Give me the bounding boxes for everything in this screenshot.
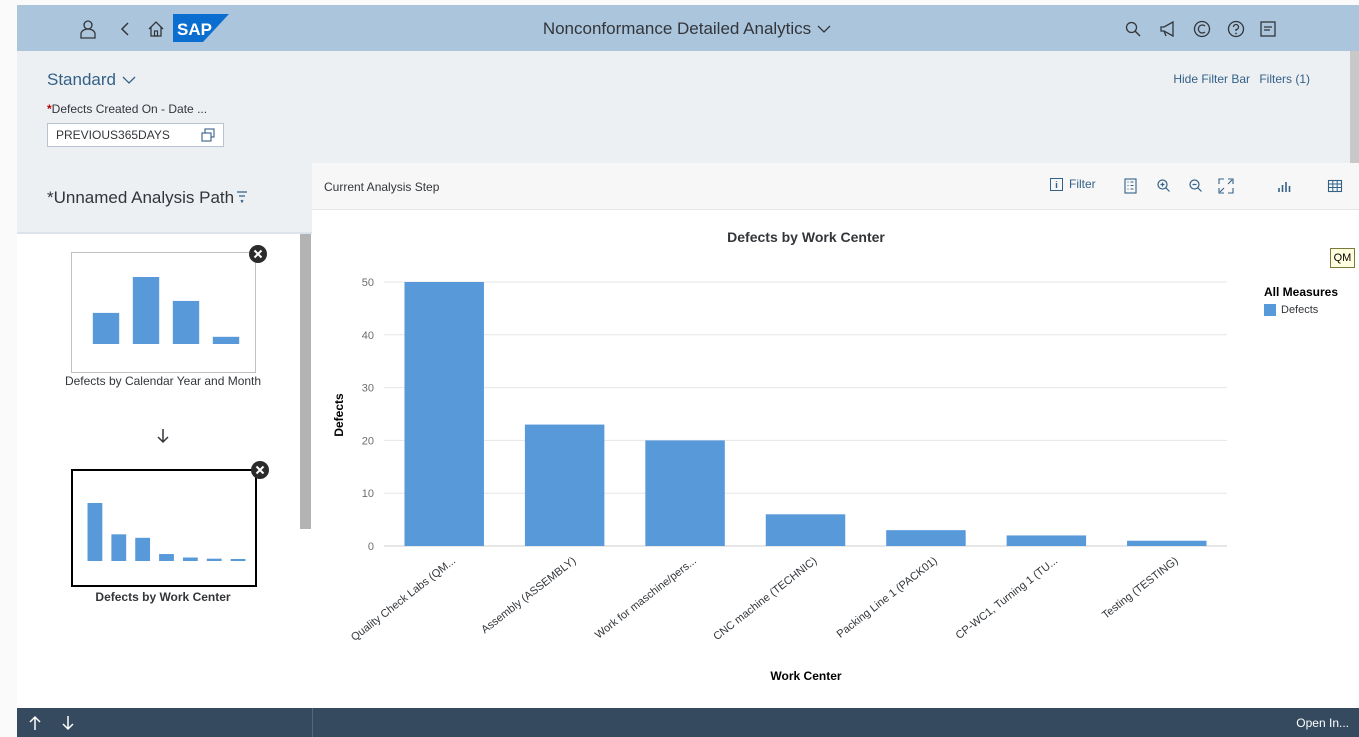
- sap-logo[interactable]: SAP: [173, 14, 229, 42]
- arrow-up-icon[interactable]: [28, 715, 42, 731]
- filter-bar: Standard *Defects Created On - Date ... …: [17, 51, 1359, 163]
- bar-chart: Defects by Work Center 0 10 20 30 40 50 Quali…: [332, 229, 1227, 683]
- footer-right: Open In...: [312, 708, 1359, 737]
- chevron-down-icon: [817, 25, 831, 33]
- home-icon[interactable]: [145, 18, 167, 40]
- thumbnail-bar: [212, 336, 240, 344]
- megaphone-icon[interactable]: [1157, 18, 1179, 40]
- analysis-path-header: *Unnamed Analysis Path: [17, 163, 312, 234]
- remove-step-icon[interactable]: [251, 461, 269, 479]
- thumbnail-bar: [111, 534, 127, 561]
- legend-label: Defects: [1281, 304, 1319, 316]
- x-axis-label: Work Center: [770, 669, 841, 683]
- y-tick-label: 40: [362, 330, 374, 342]
- filter-label-text: Defects Created On - Date ...: [51, 102, 208, 116]
- arrow-down-icon: [157, 429, 169, 444]
- y-axis-label: Defects: [332, 393, 346, 437]
- thumbnail-bar: [230, 559, 246, 561]
- search-icon[interactable]: [1122, 18, 1144, 40]
- x-tick-label: CP-WC1, Turning 1 (TU...: [954, 555, 1061, 642]
- arrow-down-icon[interactable]: [61, 715, 75, 731]
- legend-title: All Measures: [1264, 285, 1339, 299]
- copilot-icon[interactable]: [1191, 18, 1213, 40]
- thumbnail-bar: [172, 300, 200, 344]
- bar[interactable]: [645, 440, 725, 546]
- thumbnail-bar: [92, 312, 120, 344]
- legend-swatch: [1264, 304, 1276, 316]
- x-tick-label: Quality Check Labs (QM...: [349, 555, 458, 644]
- thumbnail-bar: [87, 503, 103, 561]
- back-icon[interactable]: [114, 18, 136, 40]
- path-scrollbar[interactable]: [300, 234, 311, 529]
- analysis-path-panel: *Unnamed Analysis Path Defects by Calend…: [17, 163, 312, 708]
- thumbnail-bar: [159, 554, 174, 561]
- bar[interactable]: [524, 424, 605, 546]
- bar[interactable]: [765, 514, 846, 546]
- y-tick-label: 30: [362, 383, 374, 395]
- analysis-step-card-active[interactable]: [71, 469, 257, 587]
- step-title: Defects by Work Center: [95, 590, 231, 604]
- user-icon[interactable]: [77, 18, 99, 40]
- path-menu-icon[interactable]: [235, 190, 249, 204]
- chevron-down-icon: [122, 76, 136, 84]
- fullscreen-icon[interactable]: [1217, 177, 1235, 195]
- date-filter-value: PREVIOUS365DAYS: [56, 128, 170, 142]
- app-title: Nonconformance Detailed Analytics: [542, 19, 812, 38]
- x-tick-label: Testing (TESTING): [1100, 555, 1181, 622]
- zoom-out-icon[interactable]: [1187, 177, 1205, 195]
- help-icon[interactable]: [1225, 18, 1247, 40]
- info-filter-icon: [1050, 177, 1063, 191]
- legend-item[interactable]: Defects: [1264, 304, 1318, 316]
- thumbnail-bar: [206, 558, 222, 561]
- x-tick-label: Packing Line 1 (PACK01): [835, 555, 940, 641]
- x-tick-label: Work for maschine/pers...: [593, 555, 699, 641]
- thumbnail-bar: [182, 557, 198, 561]
- value-help-icon[interactable]: [201, 128, 215, 142]
- chart-container: Current Analysis Step Filter Defects by …: [312, 163, 1359, 708]
- bar-chart-icon[interactable]: [1275, 177, 1293, 195]
- zoom-in-icon[interactable]: [1155, 177, 1173, 195]
- hide-filter-bar-button[interactable]: Hide Filter Bar: [1173, 72, 1250, 86]
- legend-icon[interactable]: [1122, 177, 1140, 195]
- date-filter-input[interactable]: PREVIOUS365DAYS: [47, 123, 224, 147]
- shell-bar: SAP Nonconformance Detailed Analytics: [17, 5, 1359, 51]
- step-thumbnail-chart: [92, 277, 240, 344]
- bar[interactable]: [1006, 535, 1087, 546]
- current-step-label: Current Analysis Step: [324, 180, 440, 194]
- remove-step-icon[interactable]: [249, 245, 267, 263]
- thumbnail-bar: [135, 537, 151, 561]
- bar[interactable]: [1127, 540, 1207, 546]
- x-tick-label: Assembly (ASSEMBLY): [479, 555, 578, 636]
- qm-tag[interactable]: QM: [1330, 248, 1355, 268]
- app-title-menu[interactable]: Nonconformance Detailed Analytics: [457, 18, 917, 40]
- filter-button-label: Filter: [1069, 177, 1096, 191]
- step-title: Defects by Calendar Year and Month: [64, 374, 262, 388]
- bar[interactable]: [404, 282, 484, 546]
- notifications-icon[interactable]: [1257, 18, 1279, 40]
- open-in-button[interactable]: Open In...: [1296, 716, 1349, 730]
- y-tick-label: 50: [362, 277, 374, 289]
- sap-logo-text: SAP: [177, 20, 212, 39]
- y-tick-label: 0: [368, 541, 374, 553]
- y-tick-label: 10: [362, 488, 374, 500]
- filter-label: *Defects Created On - Date ...: [47, 102, 207, 116]
- table-icon[interactable]: [1326, 177, 1344, 195]
- analysis-step-card[interactable]: [71, 252, 256, 373]
- chart-title: Defects by Work Center: [727, 229, 885, 245]
- chart-toolbar: Current Analysis Step Filter: [312, 163, 1359, 210]
- filter-button[interactable]: Filter: [1050, 177, 1096, 191]
- page-scrollbar[interactable]: [1350, 51, 1359, 163]
- filters-button[interactable]: Filters (1): [1259, 72, 1310, 86]
- variant-selector[interactable]: Standard: [47, 70, 136, 90]
- footer-left: [17, 708, 312, 737]
- y-tick-label: 20: [362, 435, 374, 447]
- analysis-path-title: *Unnamed Analysis Path: [47, 188, 235, 207]
- step-thumbnail-chart: [87, 503, 246, 561]
- thumbnail-bar: [132, 277, 160, 344]
- bar[interactable]: [886, 530, 966, 546]
- variant-name: Standard: [47, 70, 116, 89]
- x-tick-label: CNC machine (TECHNIC): [711, 555, 819, 643]
